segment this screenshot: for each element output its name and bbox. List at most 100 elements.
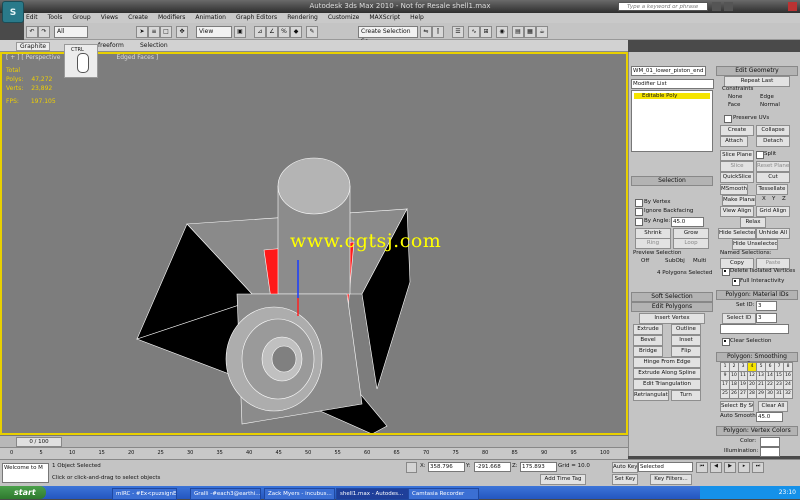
material-ids-rollout[interactable]: Polygon: Material IDs [716, 290, 798, 300]
track-bar[interactable]: 0 5 10 15 20 25 30 35 40 45 50 55 60 65 70 75 80 85 90 95 10… [0, 447, 628, 459]
menu-create[interactable]: Create [128, 13, 148, 23]
go-to-end-icon[interactable]: ⏭ [752, 462, 764, 473]
slice-button[interactable]: Slice [720, 161, 754, 172]
menu-tools[interactable]: Tools [48, 13, 63, 23]
by-vertex-checkbox[interactable] [635, 199, 643, 207]
smoothing-group-button[interactable]: 32 [783, 389, 793, 399]
ignore-backfacing-checkbox[interactable] [635, 208, 643, 216]
play-icon[interactable]: ▶ [724, 462, 736, 473]
split-checkbox[interactable] [756, 151, 764, 159]
planar-z-button[interactable]: Z [782, 196, 786, 202]
select-object-icon[interactable]: ➤ [136, 26, 148, 38]
retriangulate-button[interactable]: Retriangulate [633, 390, 669, 401]
hide-selected-button[interactable]: Hide Selected [718, 228, 756, 239]
spinner-snap-icon[interactable]: ◆ [290, 26, 302, 38]
quickslice-button[interactable]: QuickSlice [720, 172, 754, 183]
angle-snap-icon[interactable]: ∠ [266, 26, 278, 38]
lock-icon[interactable] [406, 462, 417, 473]
create-button[interactable]: Create [720, 125, 754, 136]
add-time-tag-button[interactable]: Add Time Tag [540, 474, 586, 485]
undo-icon[interactable]: ↶ [26, 26, 38, 38]
snap-icon[interactable]: ⊿ [254, 26, 266, 38]
layer-icon[interactable]: ☰ [452, 26, 464, 38]
preserve-uvs-checkbox[interactable] [724, 115, 732, 123]
edit-triangulation-button[interactable]: Edit Triangulation [633, 379, 701, 390]
constraint-normal-radio[interactable]: Normal [760, 102, 780, 108]
render-setup-icon[interactable]: ▤ [512, 26, 524, 38]
key-mode-dropdown[interactable]: Selected [638, 462, 693, 472]
collapse-button[interactable]: Collapse [756, 125, 790, 136]
prev-frame-icon[interactable]: ◀ [710, 462, 722, 473]
edit-polygons-rollout[interactable]: Edit Polygons [631, 302, 713, 312]
msmooth-button[interactable]: MSmooth [720, 184, 748, 195]
by-angle-checkbox[interactable] [635, 218, 643, 226]
stack-item-editable-poly[interactable]: Editable Poly [634, 93, 710, 99]
set-key-button[interactable]: Set Key [612, 474, 638, 485]
time-slider-thumb[interactable]: 0 / 100 [16, 437, 62, 447]
soft-selection-rollout[interactable]: Soft Selection [631, 292, 713, 302]
insert-vertex-button[interactable]: Insert Vertex [639, 313, 705, 324]
task-camtasia[interactable]: Camtasia Recorder [408, 488, 479, 500]
curve-editor-icon[interactable]: ∿ [468, 26, 480, 38]
go-to-start-icon[interactable]: ⏮ [696, 462, 708, 473]
render-icon[interactable]: ☕ [536, 26, 548, 38]
task-gralli[interactable]: Gralli -#each3@earthi... [190, 488, 261, 500]
preview-multi-radio[interactable]: Multi [693, 258, 706, 264]
bevel-button[interactable]: Bevel [633, 335, 663, 346]
attach-button[interactable]: Attach [720, 136, 748, 147]
modifier-list-dropdown[interactable]: Modifier List [631, 79, 714, 89]
named-selection-dropdown[interactable]: Create Selection Se [358, 26, 418, 45]
menu-maxscript[interactable]: MAXScript [369, 13, 400, 23]
hide-unselected-button[interactable]: Hide Unselected [732, 239, 778, 250]
cut-button[interactable]: Cut [756, 172, 790, 183]
key-filters-button[interactable]: Key Filters... [650, 474, 692, 485]
region-select-icon[interactable]: □ [160, 26, 172, 38]
ring-button[interactable]: Ring [635, 238, 671, 249]
render-frame-icon[interactable]: ▦ [524, 26, 536, 38]
auto-key-button[interactable]: Auto Key [612, 462, 638, 473]
grid-align-button[interactable]: Grid Align [756, 206, 790, 217]
maxscript-listener[interactable]: Welcome to M [2, 463, 49, 483]
material-editor-icon[interactable]: ◉ [496, 26, 508, 38]
ref-coord-dropdown[interactable]: View [196, 26, 232, 38]
object-name-field[interactable]: WM_01_lower_piston_end [631, 66, 706, 76]
clear-all-button[interactable]: Clear All [758, 401, 788, 412]
menu-edit[interactable]: Edit [26, 13, 38, 23]
tab-selection[interactable]: Selection [140, 42, 168, 49]
menu-graph-editors[interactable]: Graph Editors [236, 13, 277, 23]
maximize-icon[interactable] [724, 2, 733, 11]
planar-y-button[interactable]: Y [772, 196, 775, 202]
clear-selection-checkbox[interactable] [722, 338, 730, 346]
select-id-field[interactable]: 3 [756, 313, 777, 323]
select-id-button[interactable]: Select ID [722, 313, 756, 324]
menu-views[interactable]: Views [101, 13, 118, 23]
delete-isolated-checkbox[interactable] [722, 268, 730, 276]
extrude-spline-button[interactable]: Extrude Along Spline [633, 368, 701, 379]
set-id-field[interactable]: 3 [756, 301, 777, 311]
coord-x-field[interactable]: 358.796 [428, 462, 465, 472]
menu-animation[interactable]: Animation [195, 13, 226, 23]
percent-snap-icon[interactable]: % [278, 26, 290, 38]
illumination-swatch[interactable] [760, 447, 780, 457]
menu-customize[interactable]: Customize [328, 13, 360, 23]
turn-button[interactable]: Turn [671, 390, 701, 401]
full-interactivity-checkbox[interactable] [732, 278, 740, 286]
planar-x-button[interactable]: X [762, 196, 766, 202]
tab-freeform[interactable]: freeform [98, 42, 124, 49]
next-frame-icon[interactable]: ▸ [738, 462, 750, 473]
tab-graphite[interactable]: Graphite [16, 42, 51, 51]
select-by-sg-button[interactable]: Select By SG [720, 401, 754, 412]
menu-help[interactable]: Help [410, 13, 424, 23]
selection-rollout[interactable]: Selection [631, 176, 713, 186]
align-icon[interactable]: ⫿ [432, 26, 444, 38]
preview-off-radio[interactable]: Off [641, 258, 649, 264]
view-align-button[interactable]: View Align [720, 206, 754, 217]
pivot-icon[interactable]: ▣ [234, 26, 246, 38]
selection-filter-dropdown[interactable]: All [54, 26, 88, 38]
coord-y-field[interactable]: -291.668 [474, 462, 511, 472]
preview-subobj-radio[interactable]: SubObj [665, 258, 685, 264]
detach-button[interactable]: Detach [756, 136, 790, 147]
inset-button[interactable]: Inset [671, 335, 701, 346]
smoothing-groups-rollout[interactable]: Polygon: Smoothing Groups [716, 352, 798, 368]
menu-modifiers[interactable]: Modifiers [158, 13, 185, 23]
